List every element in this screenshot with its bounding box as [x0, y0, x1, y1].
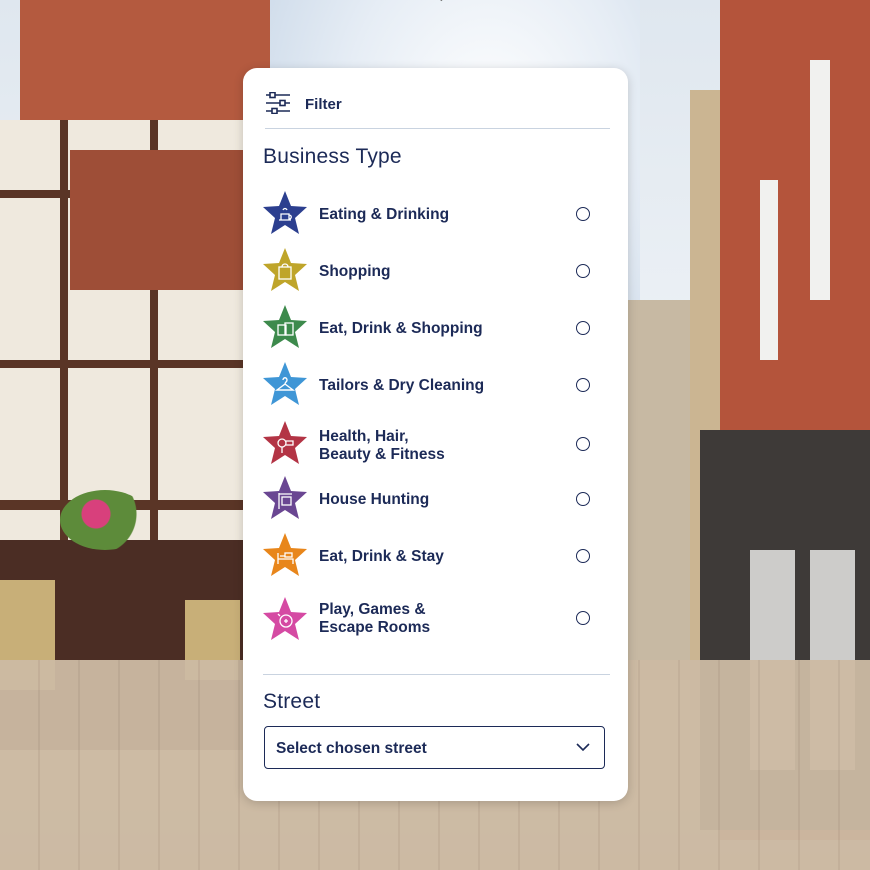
shopping-bag-icon: [263, 248, 307, 291]
street-select-value: Select chosen street: [276, 740, 427, 757]
food-drink-icon: [263, 191, 307, 234]
option-label: Eat, Drink & Stay: [319, 548, 444, 565]
hanging-basket: [60, 490, 150, 550]
option-label: Health, Hair, Beauty & Fitness: [319, 428, 445, 463]
radio-button[interactable]: [576, 492, 590, 506]
option-label: Eating & Drinking: [319, 206, 450, 223]
radio-button[interactable]: [576, 611, 590, 625]
hanger-icon: [263, 362, 307, 405]
street-select[interactable]: Select chosen street: [264, 726, 605, 769]
street-title: Street: [263, 690, 321, 713]
radio-button[interactable]: [576, 207, 590, 221]
filter-label: Filter: [305, 96, 342, 113]
radio-button[interactable]: [576, 321, 590, 335]
divider: [263, 674, 610, 675]
radio-button[interactable]: [576, 437, 590, 451]
business-type-title: Business Type: [263, 145, 402, 168]
business-type-option[interactable]: Play, Games & Escape Rooms: [261, 596, 601, 646]
business-type-option[interactable]: Shopping: [261, 247, 601, 297]
option-label: Tailors & Dry Cleaning: [319, 377, 485, 394]
roof-left: [70, 150, 250, 290]
filter-header[interactable]: Filter: [265, 90, 610, 129]
business-type-option[interactable]: Tailors & Dry Cleaning: [261, 361, 601, 411]
house-sign-icon: [263, 476, 307, 519]
food-shopping-icon: [263, 305, 307, 348]
radio-button[interactable]: [576, 264, 590, 278]
option-label: House Hunting: [319, 491, 430, 508]
business-type-option[interactable]: Health, Hair, Beauty & Fitness: [261, 418, 601, 468]
option-label: Shopping: [319, 263, 391, 280]
business-type-option[interactable]: House Hunting: [261, 475, 601, 525]
option-label: Play, Games & Escape Rooms: [319, 601, 431, 636]
sliders-icon: [266, 92, 290, 114]
hairdryer-icon: [263, 421, 307, 464]
option-label: Eat, Drink & Shopping: [319, 320, 483, 337]
business-type-option[interactable]: Eat, Drink & Stay: [261, 532, 601, 582]
radio-button[interactable]: [576, 378, 590, 392]
chevron-down-icon: [576, 743, 590, 752]
filter-panel: Filter Business Type Eating & Drinking S…: [243, 68, 628, 801]
game-icon: [263, 597, 307, 640]
radio-button[interactable]: [576, 549, 590, 563]
bed-icon: [263, 533, 307, 576]
business-type-option[interactable]: Eating & Drinking: [261, 190, 601, 240]
business-type-option[interactable]: Eat, Drink & Shopping: [261, 304, 601, 354]
